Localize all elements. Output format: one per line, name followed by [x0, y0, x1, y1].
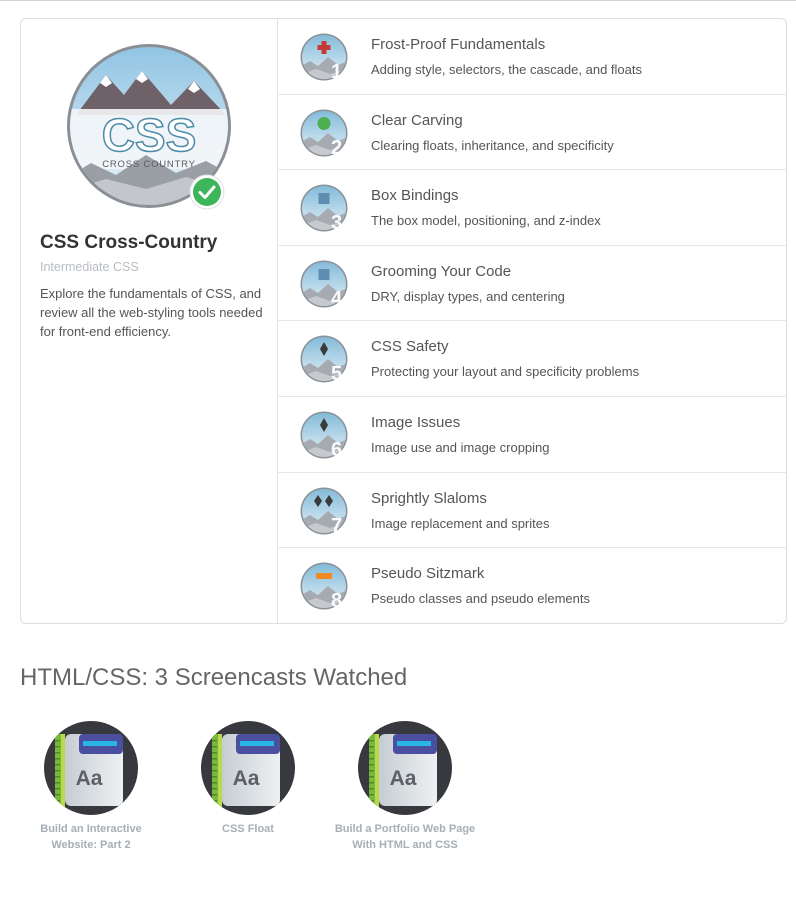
level-item[interactable]: 5 CSS Safety Protecting your layout and sp…	[278, 321, 786, 397]
level-number: 3	[331, 212, 342, 232]
level-item[interactable]: 4 Grooming Your Code DRY, display types, a…	[278, 246, 786, 322]
level-number: 8	[331, 590, 342, 610]
double-diamond-icon: 7	[300, 487, 348, 535]
screencast-label[interactable]: Build an Interactive Website: Part 2	[16, 821, 166, 853]
level-number: 6	[331, 439, 342, 459]
level-title[interactable]: Grooming Your Code	[371, 263, 511, 280]
level-number: 2	[331, 137, 342, 157]
level-subtitle: Clearing floats, inheritance, and specif…	[371, 137, 614, 153]
screencast-item[interactable]: Aa Build a Portfolio Web Page With HTML a…	[330, 720, 480, 853]
level-number: 7	[331, 515, 342, 535]
level-subtitle: DRY, display types, and centering	[371, 288, 565, 304]
level-subtitle: Pseudo classes and pseudo elements	[371, 591, 590, 607]
green-circle-icon: 2	[300, 109, 348, 157]
blue-square-icon: 3	[300, 184, 348, 232]
level-item[interactable]: 2 Clear Carving Clearing floats, inheritan…	[278, 95, 786, 171]
level-item[interactable]: 3 Box Bindings The box model, positioning,…	[278, 170, 786, 246]
screencast-label[interactable]: Build a Portfolio Web Page With HTML and…	[330, 821, 480, 853]
level-item[interactable]: 8 Pseudo Sitzmark Pseudo classes and pseud…	[278, 548, 786, 624]
level-item[interactable]: 6 Image Issues Image use and image croppin…	[278, 397, 786, 473]
level-title[interactable]: Box Bindings	[371, 187, 459, 204]
level-title[interactable]: Image Issues	[371, 414, 460, 431]
red-cross-icon: 1	[300, 33, 348, 81]
course-title[interactable]: CSS Cross-Country	[40, 232, 217, 254]
blue-square-icon: 4	[300, 260, 348, 308]
level-subtitle: Protecting your layout and specificity p…	[371, 364, 640, 380]
black-diamond-icon: 5	[300, 335, 348, 383]
orange-bar-icon: 8	[300, 562, 348, 610]
level-title[interactable]: Sprightly Slaloms	[371, 490, 487, 507]
level-list: 1 Frost-Proof Fundamentals Adding style, s…	[278, 19, 786, 624]
level-title[interactable]: Pseudo Sitzmark	[371, 565, 484, 582]
completed-check-icon	[189, 174, 225, 210]
level-title[interactable]: Clear Carving	[371, 112, 463, 129]
top-divider	[0, 0, 796, 1]
screencast-label[interactable]: CSS Float	[173, 821, 323, 837]
level-subtitle: Image use and image cropping	[371, 439, 550, 455]
screencast-item[interactable]: Aa CSS Float	[173, 720, 323, 837]
course-description: Explore the fundamentals of CSS, and rev…	[40, 286, 263, 339]
course-summary: CSS CROSS COUNTRY CSS Cross-Country Inte…	[21, 19, 278, 623]
level-item[interactable]: 1 Frost-Proof Fundamentals Adding style, s…	[278, 19, 786, 95]
book-icon-text: Aa	[76, 767, 103, 790]
course-card: CSS CROSS COUNTRY CSS Cross-Country Inte…	[20, 18, 787, 624]
level-subtitle: Adding style, selectors, the cascade, an…	[371, 62, 642, 77]
level-title[interactable]: CSS Safety	[371, 338, 449, 355]
badge-title: CSS	[102, 109, 197, 161]
badge-subtitle: CROSS COUNTRY	[102, 159, 196, 170]
screencasts-heading: HTML/CSS: 3 Screencasts Watched	[20, 664, 408, 691]
level-number: 5	[331, 363, 342, 383]
level-item[interactable]: 7 Sprightly Slaloms Image replacement and …	[278, 473, 786, 549]
course-level: Intermediate CSS	[40, 260, 139, 274]
book-icon[interactable]: Aa	[200, 720, 296, 816]
level-number: 1	[331, 61, 342, 81]
level-title[interactable]: Frost-Proof Fundamentals	[371, 36, 545, 53]
level-subtitle: Image replacement and sprites	[371, 515, 550, 531]
book-icon[interactable]: Aa	[43, 720, 139, 816]
book-icon-text: Aa	[233, 767, 260, 790]
black-diamond-icon: 6	[300, 411, 348, 459]
screencast-item[interactable]: Aa Build an Interactive Website: Part 2	[16, 720, 166, 853]
level-number: 4	[331, 288, 343, 308]
book-icon-text: Aa	[390, 767, 417, 790]
level-subtitle: The box model, positioning, and z-index	[371, 213, 601, 229]
book-icon[interactable]: Aa	[357, 720, 453, 816]
